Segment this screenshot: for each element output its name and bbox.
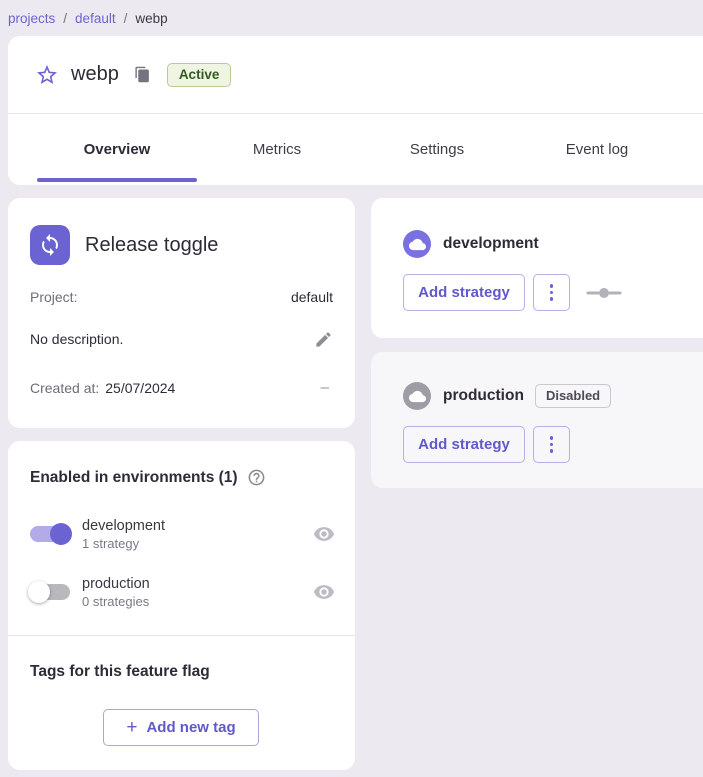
feature-meta-card: Release toggle Project: default No descr… xyxy=(8,198,355,428)
environment-panel-title: development xyxy=(443,235,539,253)
development-environment-panel: development Add strategy xyxy=(371,198,703,338)
screen: projects / default / webp webp Active Ov… xyxy=(0,0,703,777)
strategy-count: 1 strategy xyxy=(82,536,165,551)
tab-event-log[interactable]: Event log xyxy=(517,114,677,185)
breadcrumb: projects / default / webp xyxy=(8,1,168,35)
created-row: Created at: 25/07/2024 – xyxy=(30,379,333,396)
tab-overview[interactable]: Overview xyxy=(37,114,197,185)
more-options-kebab-button[interactable] xyxy=(533,426,570,463)
feature-title-row: webp Active xyxy=(8,36,703,113)
project-value: default xyxy=(291,289,333,305)
project-row: Project: default xyxy=(30,289,333,305)
tab-metrics-label: Metrics xyxy=(253,141,301,158)
development-toggle[interactable] xyxy=(28,522,72,546)
tab-settings-label: Settings xyxy=(410,141,464,158)
page-title: webp xyxy=(71,63,119,86)
card-divider xyxy=(8,635,355,636)
environments-and-tags-card: Enabled in environments (1) development … xyxy=(8,441,355,770)
breadcrumb-separator: / xyxy=(124,11,128,26)
environment-row-development: development 1 strategy xyxy=(28,513,335,555)
created-label: Created at: xyxy=(30,380,99,396)
breadcrumb-projects-link[interactable]: projects xyxy=(8,11,55,26)
description-text: No description. xyxy=(30,331,123,347)
environment-panel-title: production xyxy=(443,387,524,405)
visibility-eye-icon[interactable] xyxy=(313,523,335,545)
breadcrumb-current: webp xyxy=(135,11,167,26)
breadcrumb-default-link[interactable]: default xyxy=(75,11,116,26)
release-toggle-loop-icon xyxy=(30,225,70,265)
strategy-count: 0 strategies xyxy=(82,594,150,609)
empty-value-dash: – xyxy=(321,379,333,396)
kebab-menu-icon xyxy=(550,284,554,301)
edit-description-pencil-icon[interactable] xyxy=(313,329,333,349)
tab-event-log-label: Event log xyxy=(566,141,629,158)
disabled-badge: Disabled xyxy=(535,384,611,408)
tab-bar: Overview Metrics Settings Event log xyxy=(37,114,677,185)
plus-icon: + xyxy=(126,718,137,737)
production-environment-panel: production Disabled Add strategy xyxy=(371,352,703,488)
production-toggle[interactable] xyxy=(28,580,72,604)
tab-metrics[interactable]: Metrics xyxy=(197,114,357,185)
tab-settings[interactable]: Settings xyxy=(357,114,517,185)
flag-type-label: Release toggle xyxy=(85,234,218,257)
flag-type-header: Release toggle xyxy=(30,225,218,265)
help-icon[interactable] xyxy=(247,468,266,487)
project-label: Project: xyxy=(30,289,77,305)
cloud-icon xyxy=(403,230,431,258)
more-options-kebab-button[interactable] xyxy=(533,274,570,311)
cloud-icon xyxy=(403,382,431,410)
copy-name-icon[interactable] xyxy=(134,66,152,84)
add-strategy-button[interactable]: Add strategy xyxy=(403,274,525,311)
favorite-star-icon[interactable] xyxy=(35,63,59,87)
tags-section-title: Tags for this feature flag xyxy=(30,663,210,681)
environment-name: production xyxy=(82,576,150,592)
active-tab-indicator xyxy=(37,178,197,182)
tab-overview-label: Overview xyxy=(84,141,151,158)
description-row: No description. xyxy=(30,329,333,349)
visibility-eye-icon[interactable] xyxy=(313,581,335,603)
environment-name: development xyxy=(82,518,165,534)
add-new-tag-label: Add new tag xyxy=(146,719,235,736)
created-value: 25/07/2024 xyxy=(105,380,175,396)
add-new-tag-button[interactable]: + Add new tag xyxy=(103,709,259,746)
environment-row-production: production 0 strategies xyxy=(28,571,335,613)
strategy-connector-icon xyxy=(586,287,622,299)
feature-header-card: webp Active Overview Metrics Settings Ev… xyxy=(8,36,703,185)
kebab-menu-icon xyxy=(550,436,554,453)
add-strategy-button[interactable]: Add strategy xyxy=(403,426,525,463)
status-badge: Active xyxy=(167,63,232,87)
breadcrumb-separator: / xyxy=(63,11,67,26)
enabled-environments-title: Enabled in environments (1) xyxy=(30,469,238,487)
